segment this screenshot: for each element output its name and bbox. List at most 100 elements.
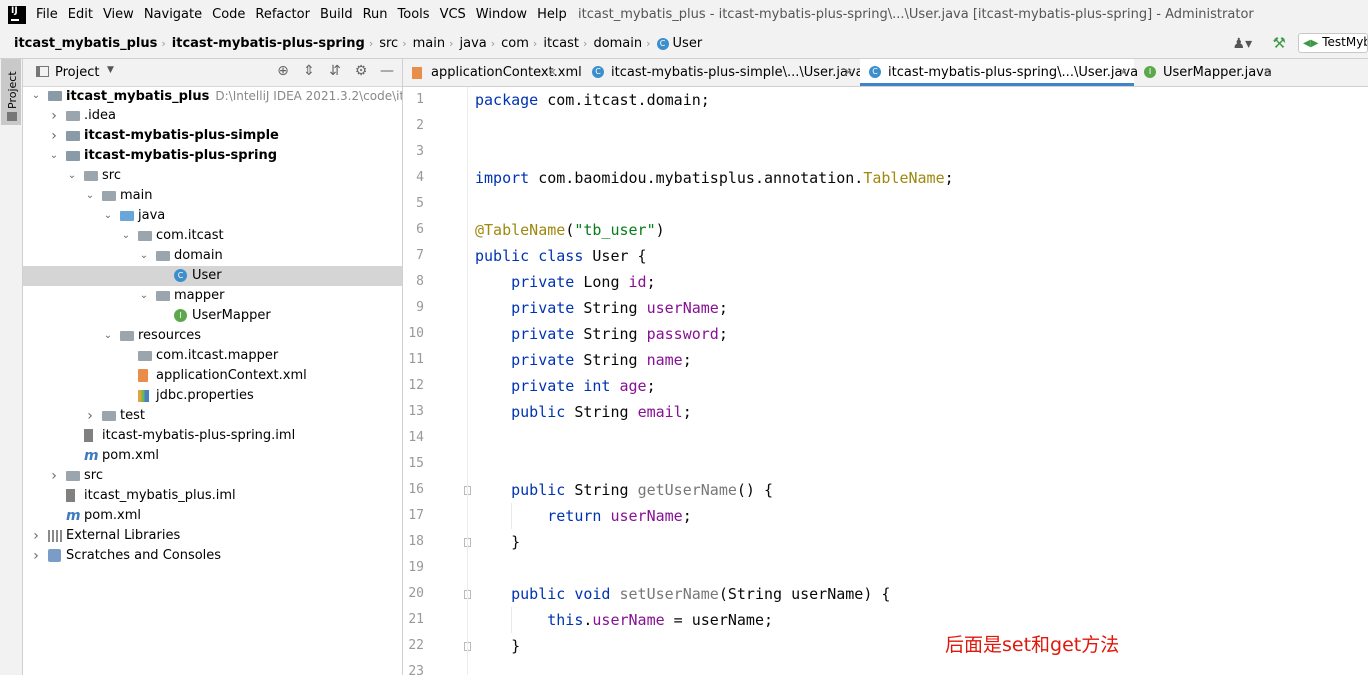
minimize-icon[interactable]: — [374, 63, 400, 79]
menu-navigate[interactable]: Navigate [144, 7, 202, 22]
line-number: 22 [408, 638, 424, 653]
close-icon[interactable]: ✕ [548, 59, 557, 86]
chevron-down-icon[interactable]: ▼ [107, 65, 114, 75]
chevron-down-icon[interactable]: ⌄ [66, 166, 78, 186]
chevron-down-icon[interactable]: ⌄ [48, 146, 60, 166]
chevron-down-icon[interactable]: ⌄ [30, 86, 42, 106]
menu-run[interactable]: Run [363, 7, 388, 22]
code-editor[interactable]: 1 2 3 4 5 6 7 8 9 10 11 12 13 14 15 16 17 18 19 20 21 22 23 pa… [403, 87, 1368, 679]
code-line: private int age; [475, 373, 656, 399]
tree-item[interactable]: C User [23, 266, 402, 286]
menu-window[interactable]: Window [476, 7, 527, 22]
breadcrumb-item[interactable]: com [501, 36, 529, 51]
tree-item[interactable]: m pom.xml [23, 506, 402, 526]
breadcrumb-item[interactable]: main [413, 36, 445, 51]
menu-code[interactable]: Code [212, 7, 245, 22]
tree-item[interactable]: applicationContext.xml [23, 366, 402, 386]
close-icon[interactable]: ✕ [844, 59, 853, 86]
line-number: 5 [416, 196, 424, 211]
package-icon [156, 291, 170, 301]
chevron-right-icon[interactable]: › [30, 546, 42, 566]
expand-all-icon[interactable]: ⇕ [296, 63, 322, 79]
breadcrumb-item[interactable]: java [460, 36, 487, 51]
close-icon[interactable]: ✕ [1263, 59, 1272, 86]
chevron-right-icon[interactable]: › [48, 126, 60, 146]
line-number: 8 [416, 274, 424, 289]
tree-item-label: UserMapper [192, 306, 271, 326]
tree-item-label: pom.xml [84, 506, 141, 526]
tree-item[interactable]: I UserMapper [23, 306, 402, 326]
chevron-down-icon[interactable]: ⌄ [138, 286, 150, 306]
project-panel-title[interactable]: Project [55, 65, 99, 80]
tree-item[interactable]: ⌄ java [23, 206, 402, 226]
chevron-down-icon[interactable]: ⌄ [102, 326, 114, 346]
breadcrumb-item[interactable]: User [673, 36, 703, 51]
tree-item[interactable]: ⌄ mapper [23, 286, 402, 306]
editor-tab[interactable]: Citcast-mybatis-plus-spring\...\User.jav… [860, 59, 1138, 86]
breadcrumb-item[interactable]: src [379, 36, 398, 51]
tree-item[interactable]: ⌄ domain [23, 246, 402, 266]
run-configuration-select[interactable]: ◀▶ TestMyb [1298, 33, 1368, 53]
chevron-right-icon[interactable]: › [84, 406, 96, 426]
locate-icon[interactable]: ⊕ [270, 63, 296, 79]
editor-tab[interactable]: applicationContext.xml ✕ [403, 59, 582, 86]
menu-build[interactable]: Build [320, 7, 353, 22]
tree-item-text: com.itcast.mapper [156, 348, 279, 363]
menu-tools[interactable]: Tools [398, 7, 430, 22]
code-token: ; [646, 377, 656, 395]
tree-item[interactable]: ⌄ main [23, 186, 402, 206]
menu-vcs[interactable]: VCS [440, 7, 466, 22]
tree-item[interactable]: jdbc.properties [23, 386, 402, 406]
tree-item[interactable]: › .idea [23, 106, 402, 126]
iml-file-icon [84, 429, 93, 442]
build-hammer-icon[interactable]: ⚒ [1273, 34, 1286, 52]
tree-item[interactable]: m pom.xml [23, 446, 402, 466]
chevron-down-icon[interactable]: ⌄ [138, 246, 150, 266]
tree-item[interactable]: ⌄ itcast-mybatis-plus-spring [23, 146, 402, 166]
tree-item[interactable]: com.itcast.mapper [23, 346, 402, 366]
line-number: 18 [408, 534, 424, 549]
breadcrumb-item[interactable]: itcast_mybatis_plus [14, 36, 157, 51]
chevron-right-icon[interactable]: › [48, 106, 60, 126]
editor-tab[interactable]: Citcast-mybatis-plus-simple\...\User.jav… [583, 59, 864, 86]
breadcrumb-item[interactable]: itcast-mybatis-plus-spring [172, 36, 365, 51]
close-icon[interactable]: ✕ [1119, 59, 1128, 86]
tree-item[interactable]: › test [23, 406, 402, 426]
code-token: getUserName [637, 481, 737, 499]
user-icon[interactable]: ♟▾ [1233, 36, 1255, 52]
tree-item[interactable]: › itcast-mybatis-plus-simple [23, 126, 402, 146]
tree-item[interactable]: › src [23, 466, 402, 486]
project-tool-tab[interactable]: Project [1, 59, 21, 125]
chevron-down-icon[interactable]: ⌄ [120, 226, 132, 246]
breadcrumb-item[interactable]: itcast [543, 36, 579, 51]
gear-icon[interactable]: ⚙ [348, 63, 374, 79]
editor-tab-bar: applicationContext.xml ✕ Citcast-mybatis-p… [403, 59, 1368, 87]
line-number: 2 [416, 118, 424, 133]
editor-tab[interactable]: I UserMapper.java ✕ [1135, 59, 1278, 86]
tree-item[interactable]: itcast_mybatis_plus.iml [23, 486, 402, 506]
chevron-right-icon[interactable]: › [30, 526, 42, 546]
menu-file[interactable]: File [36, 7, 58, 22]
tree-item[interactable]: › External Libraries [23, 526, 402, 546]
breadcrumb-item[interactable]: domain [593, 36, 642, 51]
tree-item[interactable]: ⌄ src [23, 166, 402, 186]
menu-edit[interactable]: Edit [68, 7, 93, 22]
tree-item-label: jdbc.properties [156, 386, 254, 406]
collapse-all-icon[interactable]: ⇵ [322, 63, 348, 79]
class-icon: C [869, 66, 881, 78]
chevron-down-icon[interactable]: ⌄ [102, 206, 114, 226]
code-token: ) [655, 221, 665, 239]
tree-item[interactable]: › Scratches and Consoles [23, 546, 402, 566]
package-icon [138, 231, 152, 241]
tree-item[interactable]: ⌄ resources [23, 326, 402, 346]
chevron-right-icon[interactable]: › [48, 466, 60, 486]
menu-help[interactable]: Help [537, 7, 567, 22]
code-token: return [547, 507, 602, 525]
menu-view[interactable]: View [103, 7, 134, 22]
menu-refactor[interactable]: Refactor [255, 7, 310, 22]
chevron-down-icon[interactable]: ⌄ [84, 186, 96, 206]
project-panel: Project ▼ ⊕ ⇕ ⇵ ⚙ — ⌄ itcast_mybatis_plus… [23, 59, 403, 675]
tree-item[interactable]: ⌄ com.itcast [23, 226, 402, 246]
tree-item[interactable]: itcast-mybatis-plus-spring.iml [23, 426, 402, 446]
tree-item[interactable]: ⌄ itcast_mybatis_plus D:\IntelliJ IDEA 202… [23, 86, 402, 106]
